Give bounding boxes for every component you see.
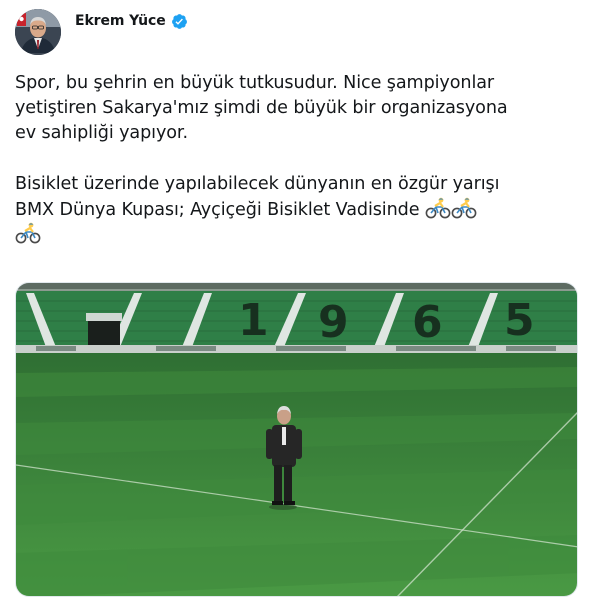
tweet: Ekrem Yüce Spor, bu şehrin en büyük tutk…: [0, 0, 596, 606]
person-biking-emoji-icon: [425, 197, 451, 219]
tweet-line: [15, 222, 590, 247]
author-row: Ekrem Yüce: [75, 11, 188, 31]
tweet-line: Bisiklet üzerinde yapılabilecek dünyanın…: [15, 173, 500, 194]
avatar[interactable]: [15, 9, 61, 55]
stadium-photo: 1 9 6 5: [16, 283, 577, 596]
author-name[interactable]: Ekrem Yüce: [75, 13, 166, 29]
person-biking-emoji-icon: [451, 197, 477, 219]
seat-digit: 5: [504, 295, 535, 346]
tweet-line: Spor, bu şehrin en büyük tutkusudur. Nic…: [15, 73, 495, 93]
seat-digit: 9: [318, 297, 349, 348]
profile-photo: [15, 9, 61, 55]
tweet-text: Spor, bu şehrin en büyük tutkusudur. Nic…: [15, 71, 590, 247]
tweet-line: ev sahipliği yapıyor.: [15, 123, 188, 144]
seat-digit: 1: [238, 295, 269, 346]
seat-digit: 6: [412, 297, 443, 348]
person-biking-emoji-icon: [15, 222, 41, 244]
tweet-line: BMX Dünya Kupası; Ayçiçeği Bisiklet Vadi…: [15, 197, 590, 222]
tweet-media-photo[interactable]: 1 9 6 5: [15, 282, 578, 597]
verified-badge-icon: [171, 13, 188, 30]
tweet-line: yetiştiren Sakarya'mız şimdi de büyük bi…: [15, 98, 508, 119]
